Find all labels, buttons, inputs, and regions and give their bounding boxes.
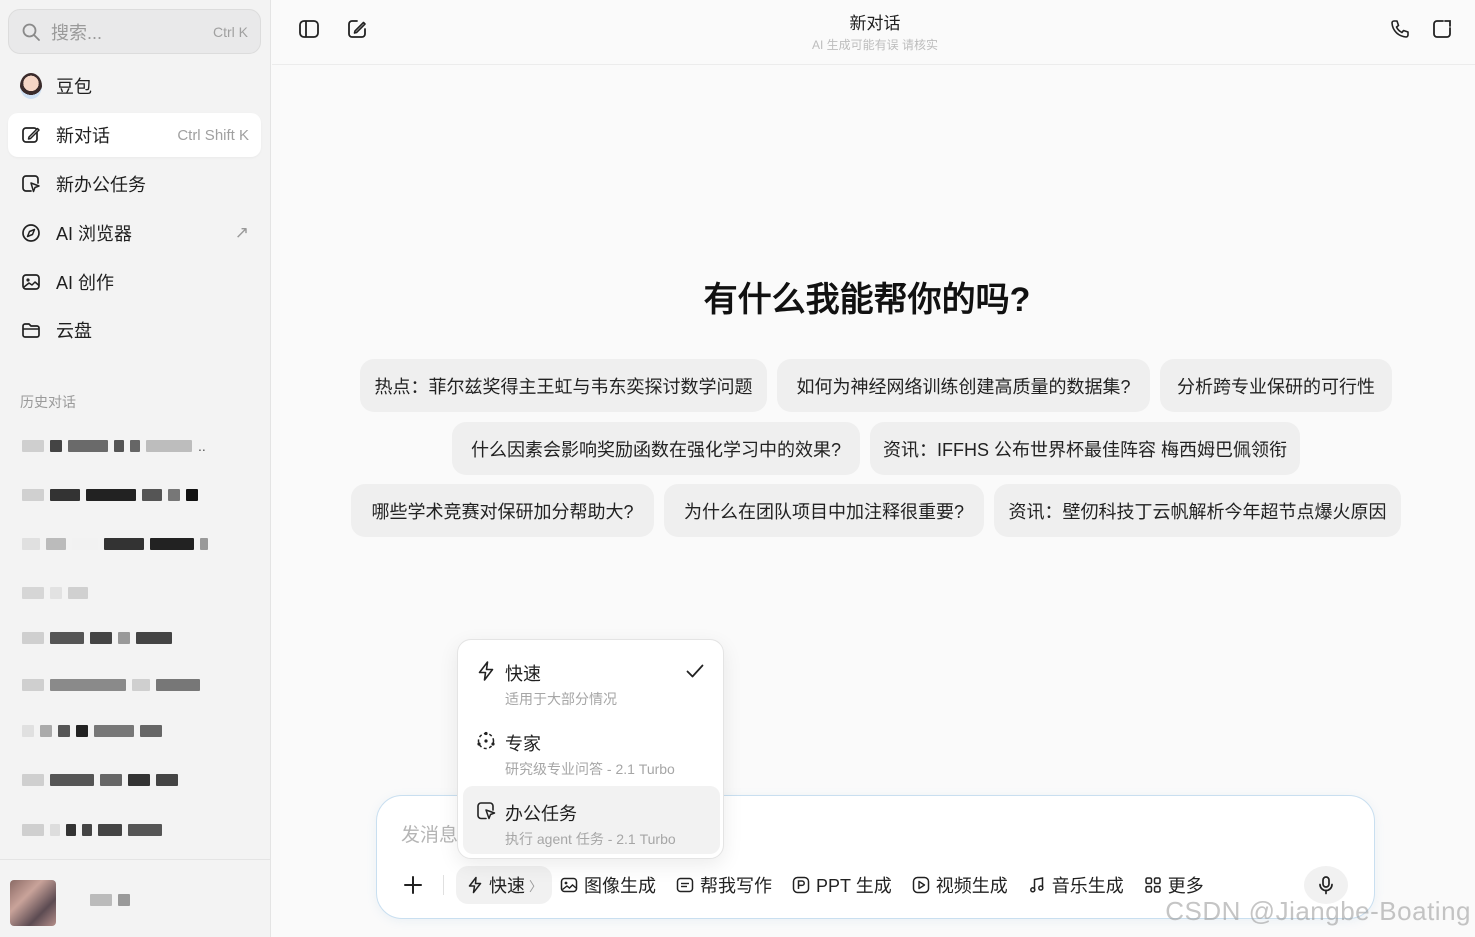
tool-label: 帮我写作 — [700, 876, 773, 896]
toggle-sidebar-icon[interactable] — [296, 16, 322, 42]
history-item[interactable] — [22, 676, 200, 694]
history-ellipsis: .. — [198, 438, 206, 454]
tool-label: 图像生成 — [584, 876, 657, 896]
message-input[interactable]: 发消息 — [401, 820, 458, 847]
grid-icon — [1144, 876, 1162, 894]
search-placeholder: 搜索... — [51, 22, 103, 43]
sidebar-item-doubao[interactable]: 豆包 — [8, 64, 261, 108]
suggestion-chip[interactable]: 如何为神经网络训练创建高质量的数据集? — [777, 359, 1150, 412]
history-item[interactable]: .. — [22, 437, 206, 455]
compass-icon — [20, 222, 42, 244]
expert-icon — [475, 730, 497, 752]
welcome-heading: 有什么我能帮你的吗? — [703, 281, 1031, 319]
mode-option-desc: 研究级专业问答 - 2.1 Turbo — [505, 761, 675, 777]
page-title: 新对话 — [849, 14, 901, 33]
mode-option-name: 办公任务 — [505, 804, 577, 824]
chevron-right-icon: 〉 — [529, 878, 543, 894]
search-shortcut: Ctrl K — [213, 23, 248, 40]
new-window-icon[interactable] — [1429, 16, 1455, 42]
tool-writing[interactable]: 帮我写作 — [676, 872, 772, 898]
tool-image-generation[interactable]: 图像生成 — [560, 872, 656, 898]
lightning-icon — [466, 876, 484, 894]
sidebar-item-cloud-drive[interactable]: 云盘 — [8, 308, 261, 352]
header-left-tools — [296, 16, 370, 42]
tool-more[interactable]: 更多 — [1144, 872, 1204, 898]
doubao-avatar-icon — [20, 73, 42, 99]
header-right-tools — [1387, 16, 1455, 42]
check-icon — [684, 660, 706, 682]
history-item[interactable] — [22, 771, 178, 789]
sidebar-item-office-task[interactable]: 新办公任务 — [8, 162, 261, 206]
history-item[interactable] — [22, 722, 162, 740]
phone-icon[interactable] — [1387, 16, 1413, 42]
history-title: 历史对话 — [20, 394, 76, 410]
history-item[interactable] — [22, 821, 162, 839]
edit-icon — [20, 124, 42, 146]
microphone-icon — [1316, 875, 1336, 895]
sidebar-item-ai-create[interactable]: AI 创作 — [8, 260, 261, 304]
user-name-redacted — [90, 894, 130, 906]
mode-option-desc: 执行 agent 任务 - 2.1 Turbo — [505, 831, 676, 847]
avatar[interactable] — [10, 880, 56, 926]
video-icon — [912, 876, 930, 894]
image-icon — [20, 271, 42, 293]
mode-option-name: 快速 — [505, 664, 541, 684]
tool-label: 更多 — [1167, 876, 1204, 896]
sidebar-item-ai-browser[interactable]: AI 浏览器 ↗ — [8, 211, 261, 255]
search-input[interactable]: 搜索... Ctrl K — [8, 9, 261, 54]
mode-option-name: 专家 — [505, 734, 541, 754]
suggestion-chip[interactable]: 资讯：IFFHS 公布世界杯最佳阵容 梅西姆巴佩领衔 — [870, 422, 1300, 475]
sidebar-item-new-chat[interactable]: 新对话 Ctrl Shift K — [8, 113, 261, 157]
sidebar: 搜索... Ctrl K 豆包 新对话 Ctrl Shift K 新办公任务 A… — [0, 0, 271, 937]
external-link-icon: ↗ — [234, 223, 249, 242]
suggestion-chip[interactable]: 分析跨专业保研的可行性 — [1160, 359, 1392, 412]
document-icon — [676, 876, 694, 894]
music-note-icon — [1028, 876, 1046, 894]
mode-label: 快速 — [489, 876, 525, 896]
tool-ppt-generation[interactable]: PPT 生成 — [792, 872, 892, 898]
sidebar-item-label: 新办公任务 — [56, 175, 146, 195]
mode-option-expert[interactable]: 专家 研究级专业问答 - 2.1 Turbo — [463, 716, 720, 784]
suggestion-chip[interactable]: 什么因素会影响奖励函数在强化学习中的效果? — [452, 422, 860, 475]
page-subtitle: AI 生成可能有误 请核实 — [811, 38, 938, 52]
suggestion-chip[interactable]: 热点：菲尔兹奖得主王虹与韦东奕探讨数学问题 — [360, 359, 767, 412]
ppt-icon — [792, 876, 810, 894]
suggestion-chip[interactable]: 哪些学术竞赛对保研加分帮助大? — [351, 484, 654, 537]
history-item[interactable] — [22, 584, 88, 602]
suggestion-chip[interactable]: 为什么在团队项目中加注释很重要? — [664, 484, 984, 537]
image-icon — [560, 876, 578, 894]
history-item[interactable] — [22, 535, 208, 553]
history-item[interactable] — [22, 486, 198, 504]
office-task-icon — [475, 800, 497, 822]
history-item[interactable] — [22, 629, 172, 647]
sidebar-item-label: 豆包 — [56, 77, 92, 97]
tool-video-generation[interactable]: 视频生成 — [912, 872, 1008, 898]
mode-option-desc: 适用于大部分情况 — [505, 691, 617, 707]
plus-icon[interactable] — [397, 869, 429, 901]
sidebar-item-label: AI 浏览器 — [56, 224, 133, 244]
tool-music-generation[interactable]: 音乐生成 — [1028, 872, 1124, 898]
sidebar-item-label: AI 创作 — [56, 273, 115, 293]
watermark: CSDN @Jiangbe-Boating — [1165, 896, 1471, 926]
user-profile[interactable] — [0, 859, 271, 937]
suggestion-chip[interactable]: 资讯：壁仞科技丁云帆解析今年超节点爆火原因 — [994, 484, 1401, 537]
tool-label: 视频生成 — [935, 876, 1008, 896]
mode-option-office-task[interactable]: 办公任务 执行 agent 任务 - 2.1 Turbo — [463, 786, 720, 854]
mode-option-fast[interactable]: 快速 适用于大部分情况 — [463, 646, 720, 714]
tool-label: PPT 生成 — [816, 876, 892, 896]
new-chat-icon[interactable] — [344, 16, 370, 42]
header-divider — [272, 64, 1475, 65]
office-task-icon — [20, 173, 42, 195]
sidebar-item-label: 云盘 — [56, 321, 92, 341]
mode-dropdown: 快速 适用于大部分情况 专家 研究级专业问答 - 2.1 Turbo 办公任务 … — [457, 639, 724, 859]
lightning-icon — [475, 660, 497, 682]
mode-selector-button[interactable]: 快速 〉 — [456, 866, 553, 904]
shortcut-hint: Ctrl Shift K — [177, 126, 249, 144]
toolbar-divider — [443, 875, 444, 895]
search-icon — [21, 22, 41, 42]
sidebar-item-label: 新对话 — [56, 126, 110, 146]
tool-label: 音乐生成 — [1051, 876, 1124, 896]
folder-icon — [20, 319, 42, 341]
